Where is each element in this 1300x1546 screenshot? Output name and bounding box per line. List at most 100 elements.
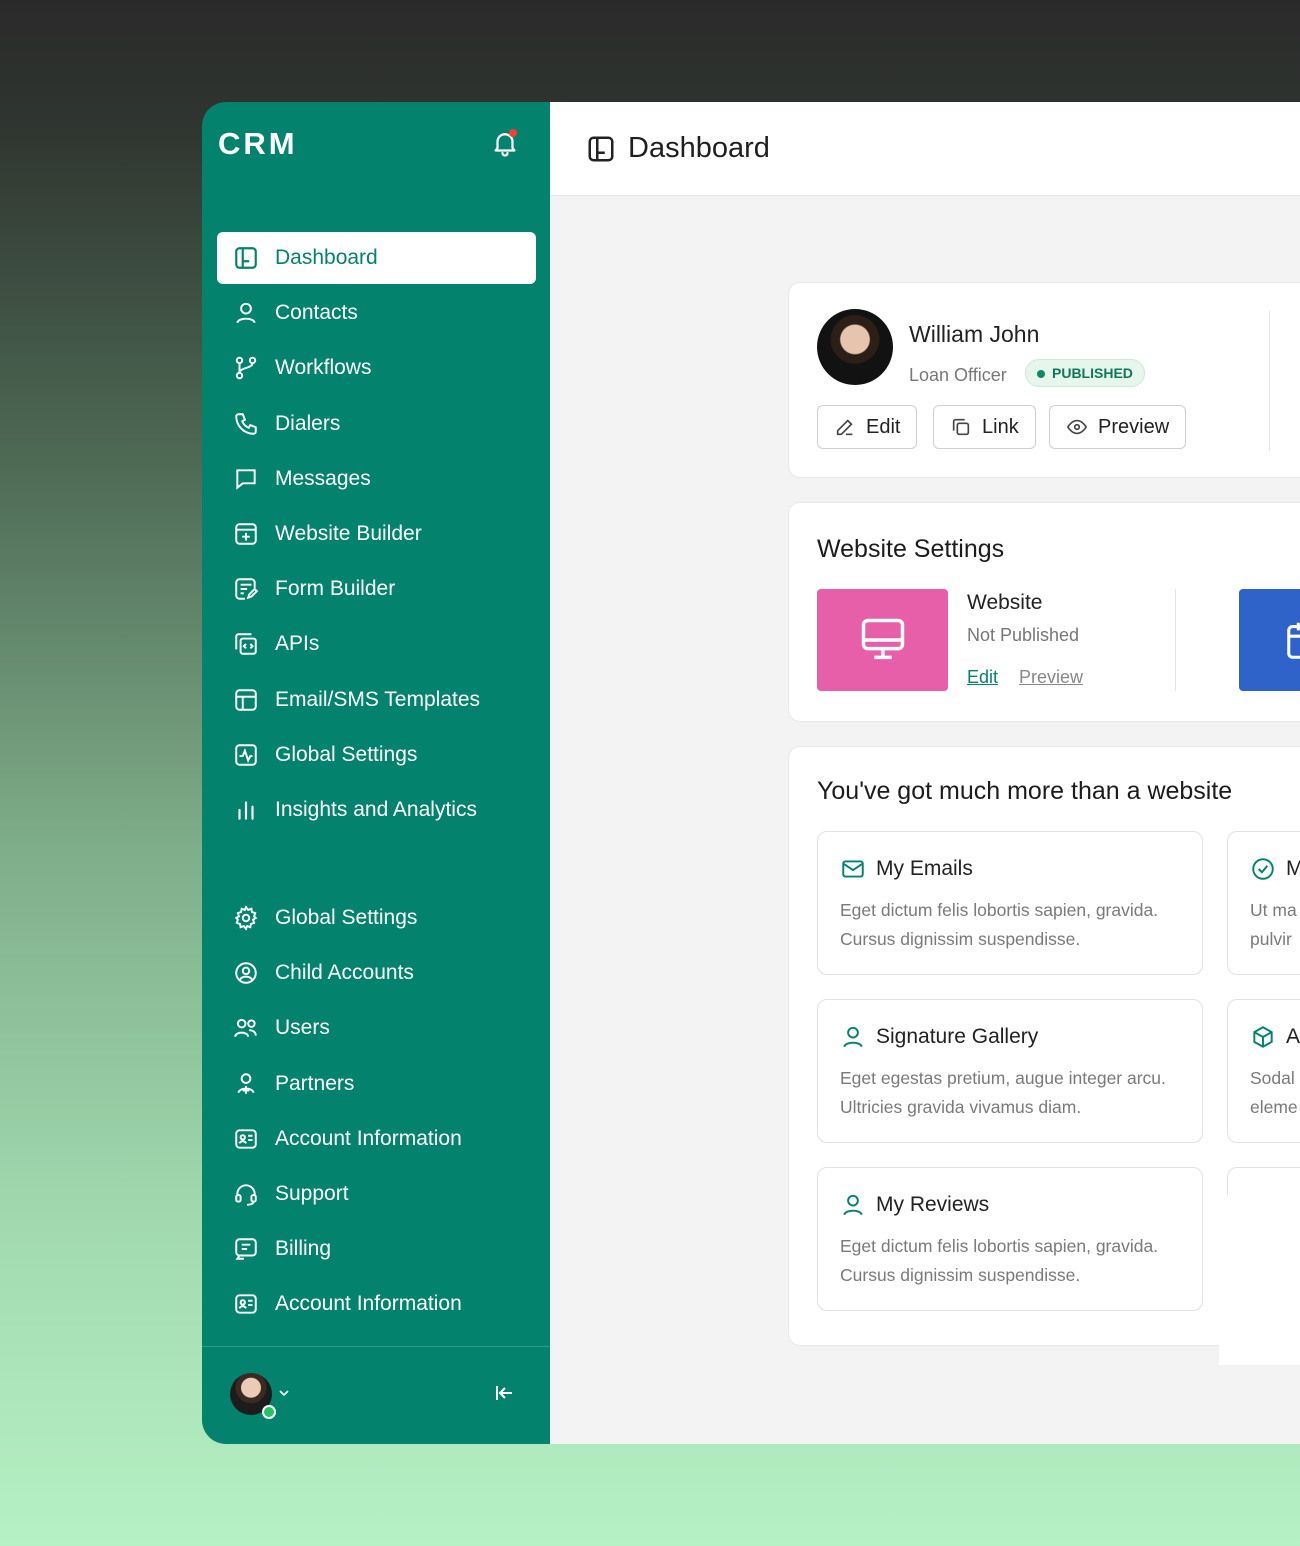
- feature-description: Eget egestas pretium, augue integer arcu…: [840, 1068, 1166, 1117]
- sidebar-item-label: Workflows: [275, 356, 372, 380]
- git-branch-icon: [232, 354, 260, 382]
- website-builder-icon: [232, 520, 260, 548]
- sidebar-item-label: Support: [275, 1181, 349, 1205]
- sidebar-item-contacts[interactable]: Contacts: [217, 287, 536, 339]
- sidebar-item-label: Website Builder: [275, 521, 422, 545]
- template-icon: [232, 686, 260, 714]
- sidebar-item-email-sms-templates[interactable]: Email/SMS Templates: [217, 674, 536, 726]
- feature-title: Signature Gallery: [876, 1025, 1039, 1048]
- user-avatar[interactable]: [230, 1373, 276, 1419]
- id-card-icon: [232, 1290, 260, 1318]
- feature-card-my-emails[interactable]: My Emails Eget dictum felis lobortis sap…: [817, 831, 1203, 975]
- sidebar-item-label: Dashboard: [275, 246, 378, 269]
- sidebar: CRM Dashboard Contacts Workflows Dialers: [202, 102, 550, 1444]
- website-tile[interactable]: [817, 589, 948, 691]
- feature-description: Eget dictum felis lobortis sapien, gravi…: [840, 1236, 1159, 1285]
- mail-icon: [842, 860, 864, 878]
- website-name: Website: [967, 591, 1043, 614]
- profile-card: William John Loan Officer PUBLISHED Edit…: [788, 282, 1300, 478]
- dashboard-icon: [588, 136, 614, 161]
- sidebar-item-child-accounts[interactable]: Child Accounts: [217, 947, 536, 999]
- dashboard-icon: [232, 244, 260, 272]
- sidebar-item-messages[interactable]: Messages: [217, 453, 536, 505]
- sidebar-item-support[interactable]: Support: [217, 1168, 536, 1220]
- website-status: Not Published: [967, 625, 1080, 645]
- website-edit-link[interactable]: Edit: [967, 667, 998, 688]
- features-card: You've got much more than a website My E…: [788, 746, 1300, 1365]
- partner-icon: [232, 1070, 260, 1098]
- sidebar-item-apis[interactable]: APIs: [217, 618, 536, 670]
- feature-description-line: eleme: [1250, 1097, 1298, 1117]
- phone-icon: [232, 410, 260, 438]
- users-icon: [232, 1014, 260, 1042]
- status-badge: PUBLISHED: [1025, 359, 1145, 387]
- sidebar-item-account-information-2[interactable]: Account Information: [217, 1278, 536, 1330]
- api-icon: [232, 630, 260, 658]
- edit-button-label: Edit: [866, 415, 901, 438]
- sidebar-item-label: Partners: [275, 1071, 355, 1095]
- link-button-label: Link: [982, 415, 1019, 438]
- link-button[interactable]: Link: [933, 405, 1036, 449]
- sidebar-item-insights-analytics[interactable]: Insights and Analytics: [217, 784, 536, 836]
- sidebar-item-workflows[interactable]: Workflows: [217, 342, 536, 394]
- copy-link-icon: [952, 418, 970, 436]
- gear-icon: [232, 904, 260, 932]
- form-builder-icon: [232, 575, 260, 603]
- sidebar-item-label: Account Information: [275, 1126, 462, 1150]
- user-icon: [232, 299, 260, 327]
- sidebar-item-partners[interactable]: Partners: [217, 1058, 536, 1110]
- feature-description-line: Ut ma: [1250, 900, 1297, 920]
- sidebar-item-label: Child Accounts: [275, 961, 414, 985]
- topbar: Dashboard: [550, 102, 1300, 196]
- features-title: You've got much more than a website: [817, 777, 1233, 805]
- website-settings-card: Website Settings Website Not Published E…: [788, 502, 1300, 722]
- sidebar-item-label: Insights and Analytics: [275, 797, 477, 821]
- sidebar-item-dialers[interactable]: Dialers: [217, 398, 536, 450]
- sidebar-item-global-settings[interactable]: Global Settings: [217, 729, 536, 781]
- bar-chart-icon: [232, 796, 260, 824]
- sidebar-item-account-information[interactable]: Account Information: [217, 1113, 536, 1165]
- sidebar-item-users[interactable]: Users: [217, 1002, 536, 1054]
- sidebar-item-dashboard[interactable]: Dashboard: [217, 232, 536, 284]
- feature-description: Ut ma pulvir: [1250, 896, 1300, 954]
- edit-button[interactable]: Edit: [817, 405, 918, 449]
- brand-logo: CRM: [218, 126, 298, 161]
- preview-button[interactable]: Preview: [1049, 405, 1187, 449]
- notification-dot: [509, 129, 517, 137]
- sidebar-item-global-settings-2[interactable]: Global Settings: [217, 892, 536, 944]
- activity-icon: [232, 741, 260, 769]
- feature-card-my-reviews[interactable]: My Reviews Eget dictum felis lobortis sa…: [817, 1167, 1203, 1311]
- sidebar-item-label: Account Information: [275, 1292, 462, 1316]
- secondary-nav: Global Settings Child Accounts Users Par…: [217, 892, 536, 1334]
- sidebar-item-label: Form Builder: [275, 577, 396, 601]
- website-settings-title: Website Settings: [817, 535, 1005, 563]
- monitor-icon: [861, 618, 904, 660]
- sidebar-item-form-builder[interactable]: Form Builder: [217, 563, 536, 615]
- page-title: Dashboard: [628, 132, 770, 164]
- sidebar-item-label: Global Settings: [275, 742, 418, 766]
- notification-bell-icon[interactable]: [490, 128, 520, 158]
- feature-description: Sodal eleme: [1250, 1064, 1300, 1122]
- feature-card-signature-gallery[interactable]: Signature Gallery Eget egestas pretium, …: [817, 999, 1203, 1143]
- preview-button-label: Preview: [1098, 415, 1170, 438]
- billing-icon: [232, 1235, 260, 1263]
- sidebar-item-website-builder[interactable]: Website Builder: [217, 508, 536, 560]
- sidebar-item-label: Contacts: [275, 301, 358, 325]
- feature-card-right-1[interactable]: M Ut ma pulvir: [1227, 831, 1300, 975]
- overlay: [1219, 1195, 1300, 1365]
- sidebar-item-label: Messages: [275, 466, 371, 490]
- app-window: CRM Dashboard Contacts Workflows Dialers: [202, 102, 1300, 1444]
- user-icon: [843, 1026, 863, 1048]
- calendar-tile[interactable]: [1239, 589, 1300, 691]
- feature-title: My Reviews: [876, 1193, 990, 1216]
- website-preview-link[interactable]: Preview: [1019, 667, 1083, 688]
- collapse-sidebar-icon[interactable]: [492, 1381, 516, 1405]
- box-icon: [1253, 1026, 1273, 1048]
- feature-card-right-2[interactable]: A Sodal eleme: [1227, 999, 1300, 1143]
- check-circle-icon: [1252, 858, 1274, 880]
- user-circle-icon: [232, 959, 260, 987]
- chevron-down-icon[interactable]: [276, 1385, 292, 1401]
- feature-description-line: pulvir: [1250, 929, 1292, 949]
- sidebar-item-billing[interactable]: Billing: [217, 1223, 536, 1275]
- headset-icon: [232, 1180, 260, 1208]
